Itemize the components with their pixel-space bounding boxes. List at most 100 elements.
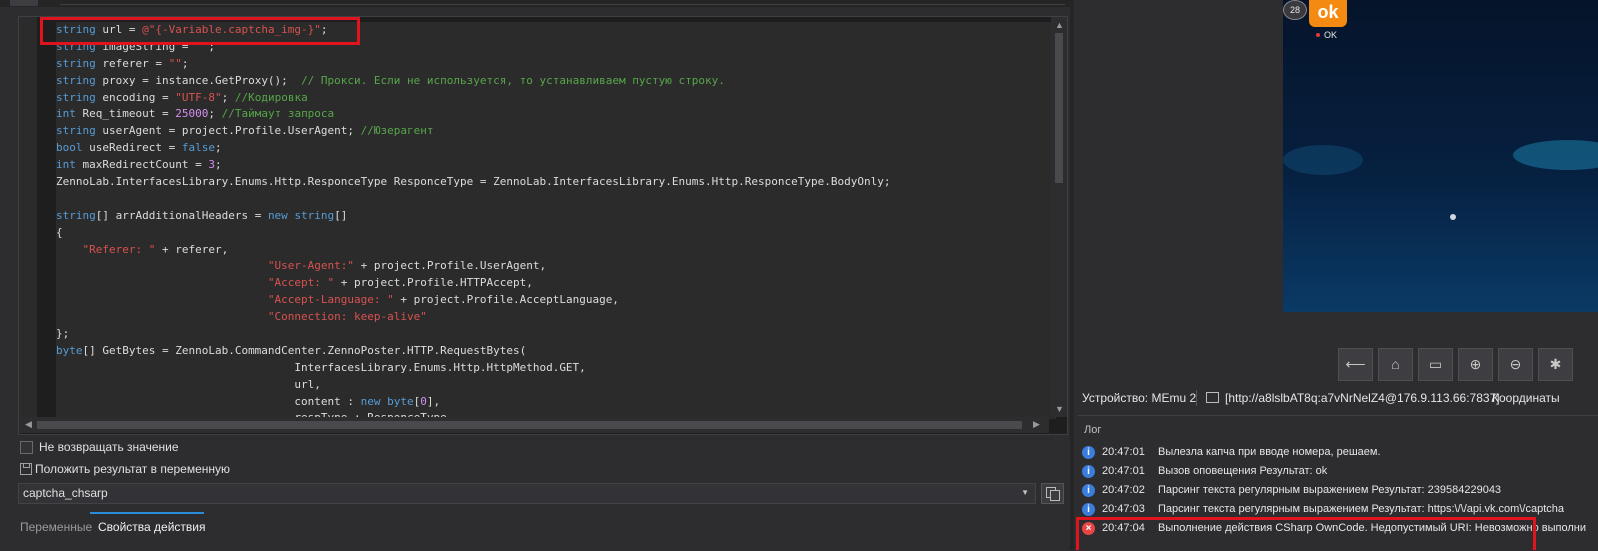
top-tab[interactable] — [10, 0, 38, 6]
code-token: + project.Profile.HTTPAccept, — [334, 276, 533, 290]
code-line[interactable]: ZennoLab.InterfacesLibrary.Enums.Http.Re… — [56, 174, 1056, 191]
log-entry[interactable]: i 20:47:01 Вылезла капча при вводе номера,… — [1078, 443, 1598, 462]
code-token: + project.Profile.AcceptLanguage, — [393, 293, 619, 307]
log-time: 20:47:03 — [1102, 503, 1145, 515]
result-variable-value: captcha_chsarp — [23, 486, 108, 500]
code-token: ; — [208, 107, 222, 121]
code-line[interactable]: string proxy = instance.GetProxy(); // П… — [56, 73, 1056, 90]
code-line[interactable]: string[] arrAdditionalHeaders = new stri… — [56, 208, 1056, 225]
code-line[interactable]: int Req_timeout = 25000; //Таймаут запро… — [56, 106, 1056, 123]
log-entry[interactable]: i 20:47:02 Парсинг текста регулярным выраж… — [1078, 481, 1598, 500]
device-screen[interactable] — [1283, 0, 1598, 312]
code-token: string — [56, 73, 96, 87]
scroll-down-icon[interactable]: ▼ — [1055, 404, 1064, 414]
code-line[interactable]: "Accept-Language: " + project.Profile.Ac… — [56, 292, 1056, 309]
put-result-option[interactable]: Положить результат в переменную — [20, 462, 230, 476]
home-button[interactable]: ⌂ — [1378, 348, 1413, 381]
vertical-scroll-thumb[interactable] — [1055, 33, 1063, 183]
code-line[interactable]: string referer = ""; — [56, 56, 1056, 73]
code-token: string — [56, 56, 96, 70]
zoom-in-button[interactable]: ⊕ — [1458, 348, 1493, 381]
code-token: byte — [56, 343, 83, 357]
code-line[interactable]: InterfacesLibrary.Enums.Http.HttpMethod.… — [56, 360, 1056, 377]
info-icon: i — [1082, 484, 1095, 497]
code-token: string — [56, 208, 96, 222]
code-token: 0 — [420, 394, 427, 408]
code-token: "User-Agent:" — [267, 259, 355, 273]
code-token: ; — [214, 158, 222, 172]
code-line[interactable]: }; — [56, 326, 1056, 343]
code-token: ZennoLab.InterfacesLibrary.Enums.Http.Re… — [56, 175, 891, 189]
code-token: string — [56, 124, 96, 138]
code-token: encoding = — [95, 90, 176, 104]
log-title: Лог — [1084, 424, 1102, 436]
save-icon — [20, 463, 32, 475]
code-editor[interactable]: string url = @"{-Variable.captcha_img-}"… — [18, 16, 1068, 435]
code-area[interactable]: string url = @"{-Variable.captcha_img-}"… — [56, 22, 1056, 419]
code-token: "Accept: " — [267, 276, 335, 290]
log-time: 20:47:01 — [1102, 446, 1145, 458]
log-message: Парсинг текста регулярным выражением Рез… — [1158, 484, 1502, 496]
device-pane-background — [1074, 0, 1283, 312]
code-line[interactable]: "User-Agent:" + project.Profile.UserAgen… — [56, 258, 1056, 275]
code-token: ; — [181, 56, 189, 70]
top-tab-bar — [60, 0, 1065, 5]
horizontal-scrollbar[interactable]: ◀ ▶ — [19, 417, 1049, 433]
code-line[interactable]: string encoding = "UTF-8"; //Кодировка — [56, 90, 1056, 107]
tab-variables[interactable]: Переменные — [20, 520, 92, 534]
code-token: }; — [56, 327, 70, 341]
log-entry[interactable]: i 20:47:01 Вызов оповещения Результат: ok — [1078, 462, 1598, 481]
code-line[interactable]: { — [56, 225, 1056, 242]
code-line[interactable]: byte[] GetBytes = ZennoLab.CommandCenter… — [56, 343, 1056, 360]
code-token: byte — [387, 394, 414, 408]
code-token: url, — [56, 377, 321, 391]
editor-gutter — [19, 17, 37, 417]
horizontal-scroll-thumb[interactable] — [37, 421, 1022, 429]
ok-app-icon[interactable]: ok — [1309, 0, 1347, 27]
code-line[interactable]: url, — [56, 377, 1056, 394]
code-token: //Кодировка — [234, 90, 308, 104]
no-return-option[interactable]: Не возвращать значение — [20, 440, 179, 454]
highlight-box-url-line — [40, 17, 360, 45]
recent-apps-button[interactable]: ▭ — [1418, 348, 1453, 381]
code-token: int — [56, 107, 76, 121]
scroll-right-icon[interactable]: ▶ — [1033, 419, 1040, 430]
code-token: InterfacesLibrary.Enums.Http.HttpMethod.… — [56, 360, 586, 374]
device-toolbar: ⟵ ⌂ ▭ ⊕ ⊖ ✱ — [1338, 348, 1573, 381]
code-line[interactable]: int maxRedirectCount = 3; — [56, 157, 1056, 174]
info-icon: i — [1082, 446, 1095, 459]
code-token: userAgent = project.Profile.UserAgent; — [95, 124, 361, 138]
highlight-box-error-row — [1076, 517, 1536, 550]
chevron-down-icon[interactable]: ▼ — [1021, 488, 1029, 497]
scroll-up-icon[interactable]: ▲ — [1055, 20, 1064, 30]
code-line[interactable]: content : new byte[0], — [56, 394, 1056, 411]
code-token: "UTF-8" — [175, 90, 222, 104]
coordinates-label: Координаты — [1492, 391, 1560, 405]
copy-icon-front — [1050, 490, 1060, 501]
code-token: string — [56, 90, 96, 104]
back-button[interactable]: ⟵ — [1338, 348, 1373, 381]
zoom-out-button[interactable]: ⊖ — [1498, 348, 1533, 381]
code-line[interactable]: "Accept: " + project.Profile.HTTPAccept, — [56, 275, 1056, 292]
code-line[interactable] — [56, 191, 1056, 208]
screen-dot — [1450, 214, 1456, 220]
code-token: new — [360, 394, 381, 408]
scroll-left-icon[interactable]: ◀ — [25, 419, 32, 430]
copy-button[interactable] — [1041, 483, 1064, 504]
code-line[interactable]: "Connection: keep-alive" — [56, 309, 1056, 326]
code-token: "" — [168, 56, 182, 70]
code-token: content : — [56, 394, 361, 408]
put-result-label: Положить результат в переменную — [35, 462, 231, 476]
code-line[interactable]: bool useRedirect = false; — [56, 140, 1056, 157]
no-return-checkbox[interactable] — [20, 440, 33, 454]
result-variable-select[interactable]: captcha_chsarp ▼ — [18, 483, 1036, 504]
proxy-icon — [1206, 392, 1219, 403]
code-line[interactable]: string userAgent = project.Profile.UserA… — [56, 123, 1056, 140]
code-line[interactable]: "Referer: " + referer, — [56, 242, 1056, 259]
tab-action-properties[interactable]: Свойства действия — [98, 520, 205, 534]
settings-button[interactable]: ✱ — [1538, 348, 1573, 381]
code-token: string — [294, 208, 335, 222]
vertical-scrollbar[interactable]: ▲ ▼ — [1051, 17, 1067, 417]
